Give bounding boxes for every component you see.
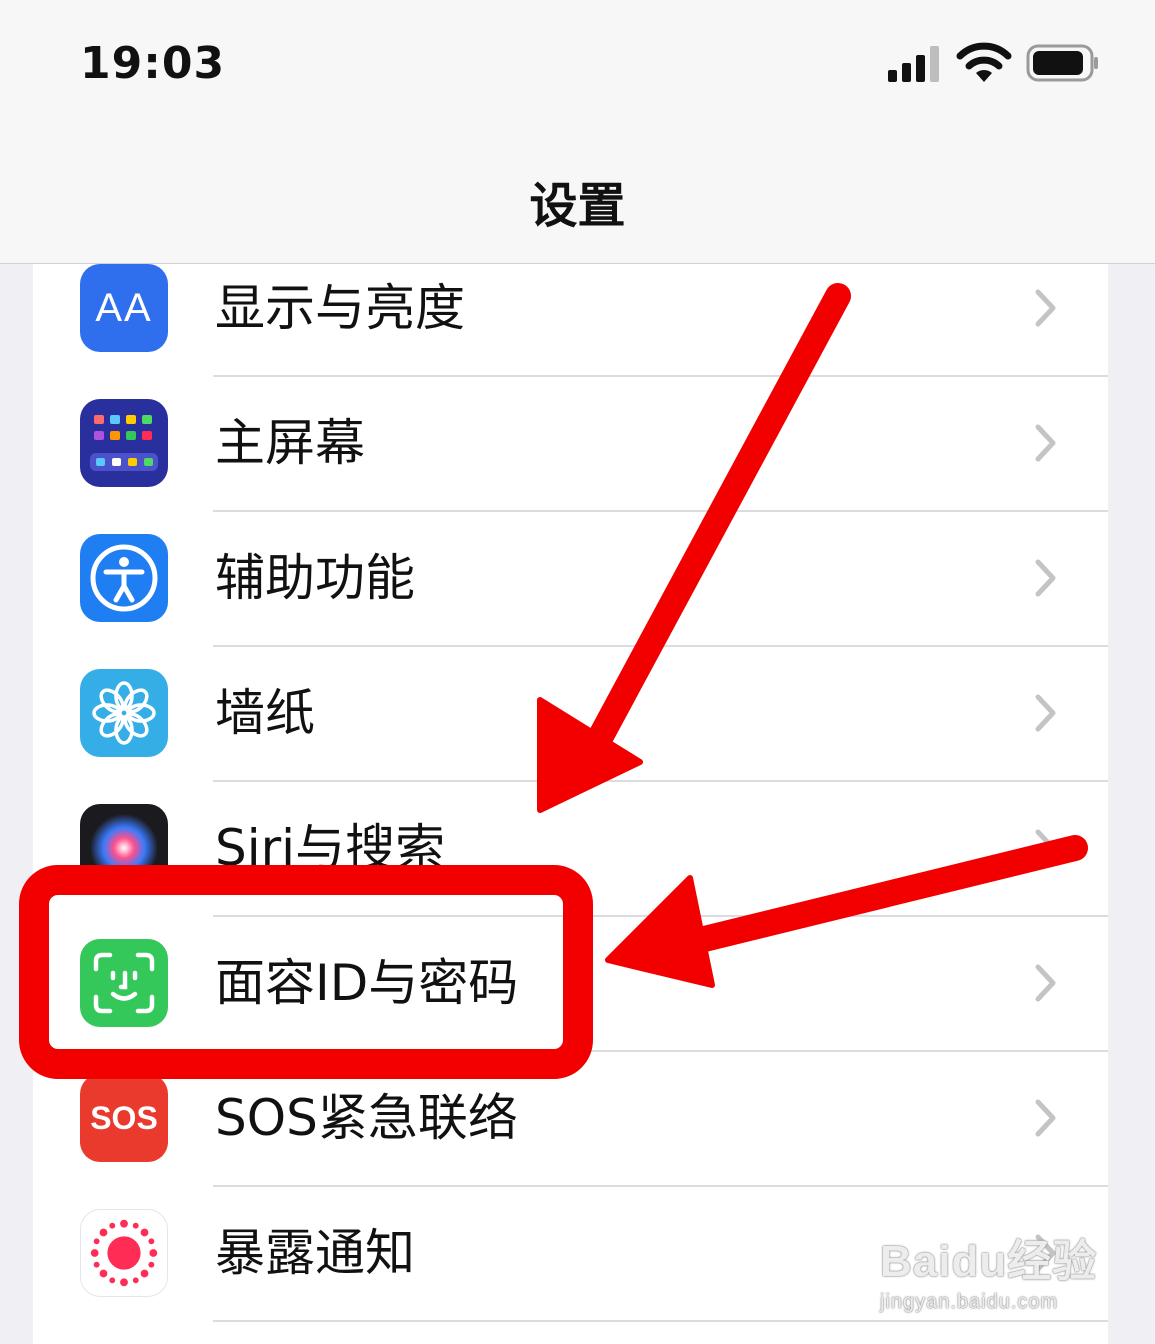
wallpaper-icon (80, 669, 168, 757)
chevron-right-icon (1035, 424, 1056, 462)
sos-icon-text: SOS (90, 1100, 158, 1136)
separator (213, 375, 1108, 377)
face-id-icon (80, 939, 168, 1027)
page-title: 设置 (529, 178, 626, 234)
separator (213, 915, 1108, 917)
siri-orb-icon (90, 814, 158, 882)
separator (213, 1050, 1108, 1052)
status-bar: 19:03 (0, 0, 1155, 130)
settings-list[interactable]: AA 显示与亮度 主屏幕 辅助功能 墙纸 Siri与搜索 面容ID与密码 SOS… (33, 264, 1108, 1344)
home-screen-icon (80, 399, 168, 487)
settings-row-wallpaper[interactable]: 墙纸 (33, 669, 1108, 804)
settings-row-emergency-sos[interactable]: SOS SOS紧急联络 (33, 1074, 1108, 1209)
sos-icon: SOS (80, 1074, 168, 1162)
chevron-right-icon (1035, 559, 1056, 597)
siri-icon (80, 804, 168, 892)
settings-row-home-screen[interactable]: 主屏幕 (33, 399, 1108, 534)
exposure-dots-icon (90, 1219, 158, 1287)
wifi-icon (956, 42, 1012, 82)
exposure-notification-icon (80, 1209, 168, 1297)
settings-row-label: 墙纸 (215, 684, 315, 742)
separator (213, 645, 1108, 647)
accessibility-figure-icon (90, 544, 158, 612)
settings-row-display-brightness[interactable]: AA 显示与亮度 (33, 264, 1108, 399)
separator (213, 780, 1108, 782)
home-screen-grid-icon (90, 415, 158, 471)
status-time: 19:03 (80, 38, 226, 89)
watermark-main: Baidu经验 (880, 1237, 1098, 1286)
settings-row-label: 主屏幕 (215, 414, 365, 472)
flower-icon (92, 681, 156, 745)
chevron-right-icon (1035, 829, 1056, 867)
face-id-glyph-icon (93, 952, 155, 1014)
watermark: Baidu经验 jingyan.baidu.com (880, 1225, 1097, 1314)
settings-row-label: Siri与搜索 (215, 819, 446, 877)
settings-row-siri-search[interactable]: Siri与搜索 (33, 804, 1108, 939)
cellular-signal-icon (888, 46, 939, 82)
accessibility-icon (80, 534, 168, 622)
navigation-bar: 设置 (0, 130, 1155, 264)
chevron-right-icon (1035, 289, 1056, 327)
chevron-right-icon (1035, 1099, 1056, 1137)
separator (213, 1185, 1108, 1187)
settings-row-accessibility[interactable]: 辅助功能 (33, 534, 1108, 669)
watermark-url: jingyan.baidu.com (880, 1291, 1059, 1313)
separator (213, 1320, 1108, 1322)
battery-icon (1026, 44, 1098, 82)
settings-row-face-id-passcode[interactable]: 面容ID与密码 (33, 939, 1108, 1074)
settings-row-label: 显示与亮度 (215, 279, 465, 337)
separator (213, 510, 1108, 512)
settings-row-label: 暴露通知 (215, 1224, 415, 1282)
settings-row-label: SOS紧急联络 (215, 1089, 518, 1147)
settings-row-label: 辅助功能 (215, 549, 415, 607)
settings-row-label: 面容ID与密码 (215, 954, 519, 1012)
display-brightness-icon: AA (80, 264, 168, 352)
display-brightness-icon-text: AA (95, 286, 153, 330)
chevron-right-icon (1035, 694, 1056, 732)
chevron-right-icon (1035, 964, 1056, 1002)
